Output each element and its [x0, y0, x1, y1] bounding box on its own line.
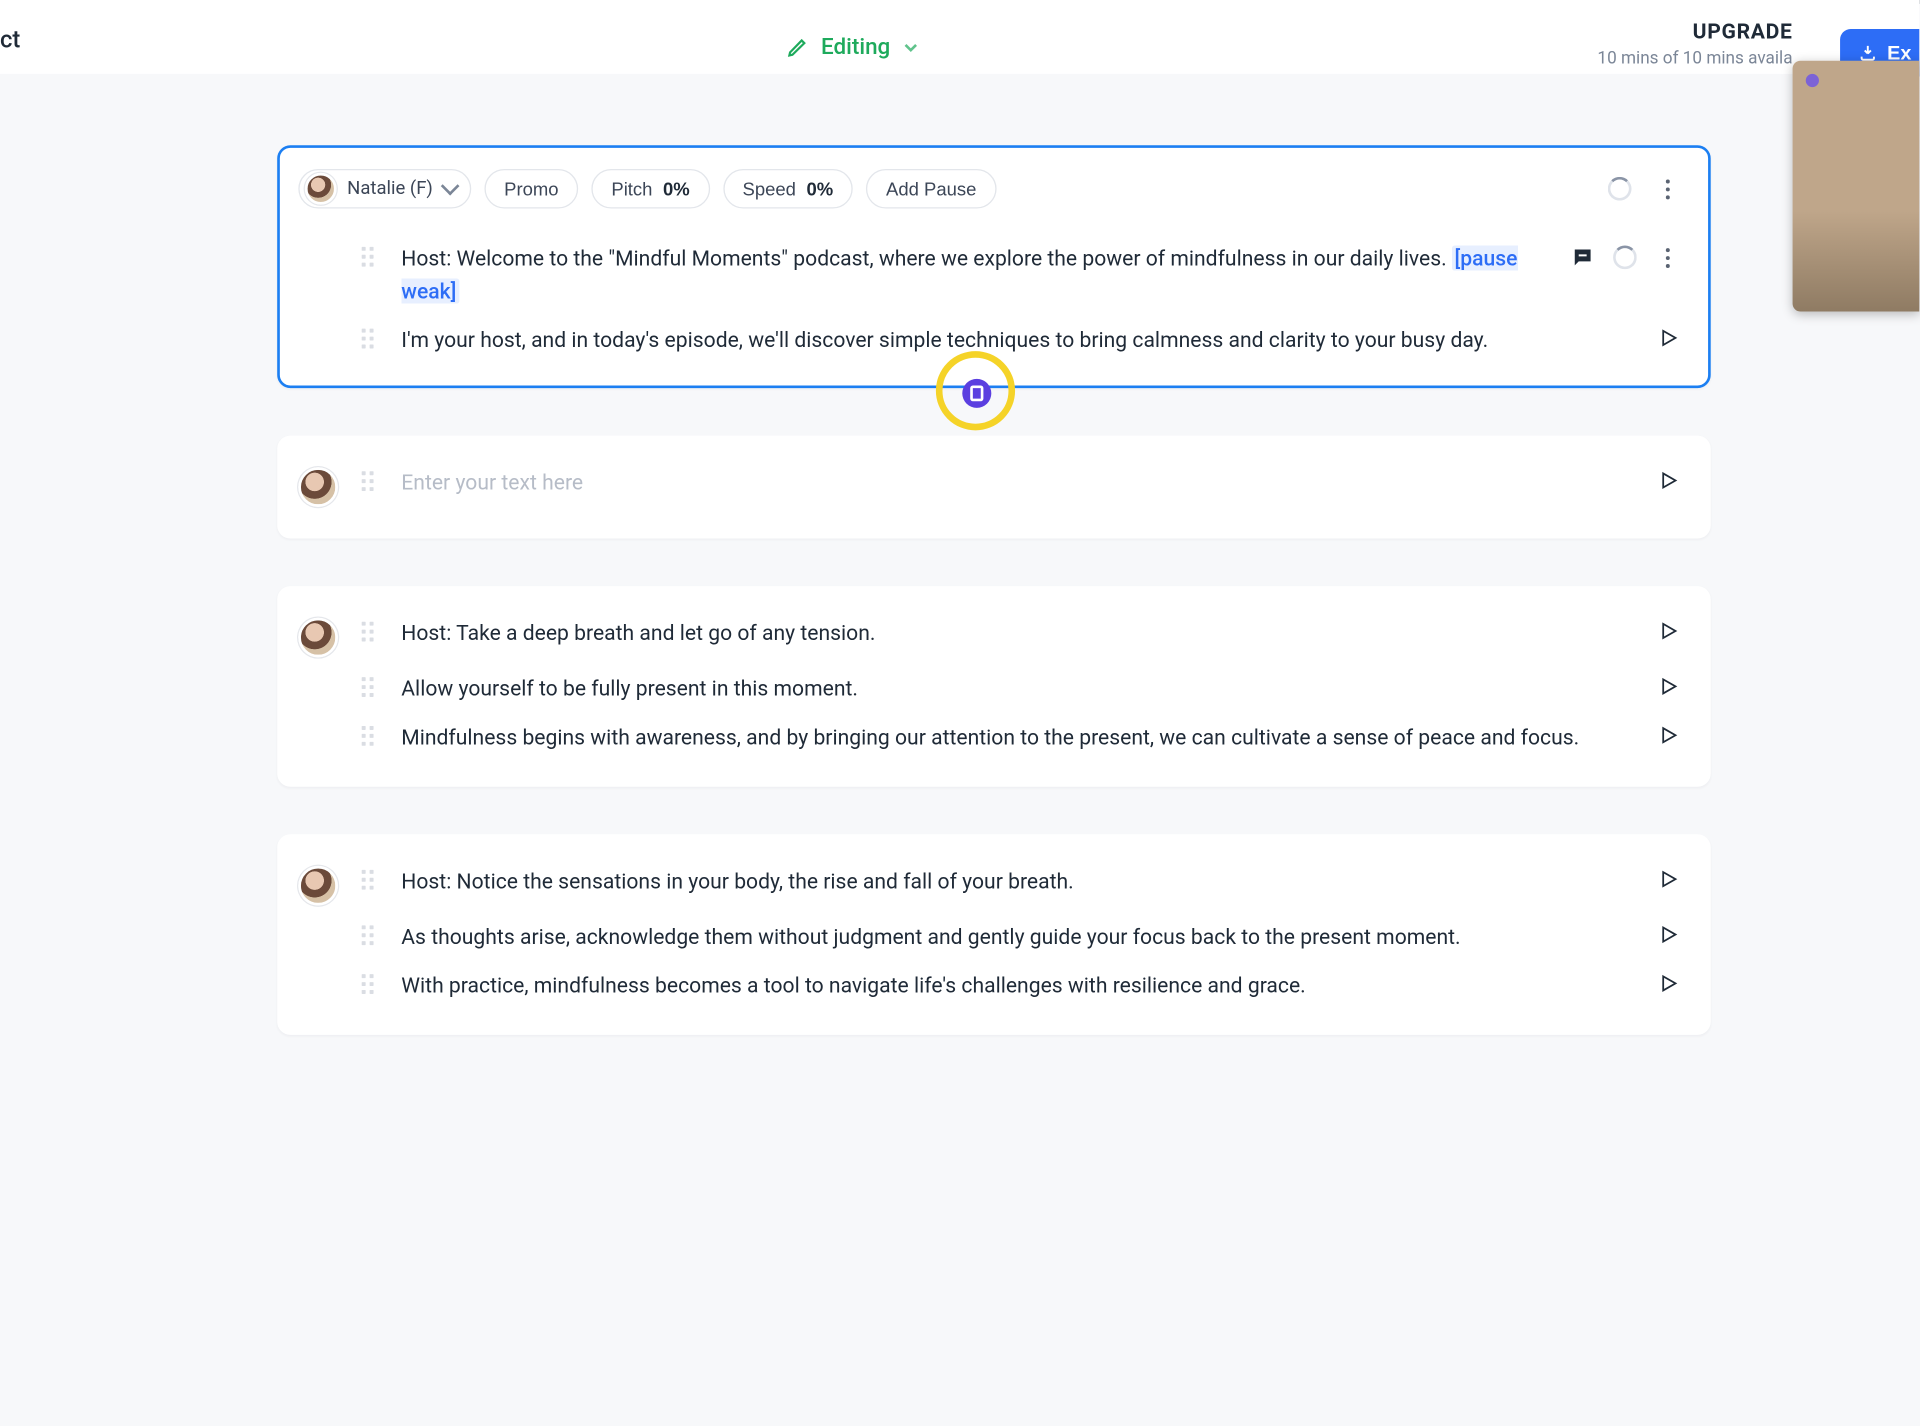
- drag-handle-icon[interactable]: [362, 247, 378, 267]
- script-line[interactable]: Host: Notice the sensations in your body…: [298, 858, 1679, 913]
- pitch-label: Pitch: [611, 178, 652, 199]
- line-text[interactable]: With practice, mindfulness becomes a too…: [401, 970, 1658, 1003]
- chevron-down-icon: [441, 177, 460, 196]
- voice-name: Natalie (F): [347, 178, 433, 199]
- play-icon[interactable]: [1658, 676, 1679, 697]
- script-block: Enter your text here: [277, 436, 1711, 539]
- line-placeholder[interactable]: Enter your text here: [401, 468, 1658, 501]
- mode-label: Editing: [821, 34, 890, 60]
- promo-button[interactable]: Promo: [484, 169, 578, 209]
- header: ct Editing UPGRADE 10 mins of 10 mins av…: [0, 0, 1919, 74]
- speed-label: Speed: [743, 178, 796, 199]
- drag-handle-icon[interactable]: [362, 328, 378, 348]
- avatar-icon: [298, 866, 338, 906]
- speed-value: 0%: [807, 178, 834, 199]
- play-icon[interactable]: [1658, 327, 1679, 348]
- play-icon[interactable]: [1658, 470, 1679, 491]
- voice-selector[interactable]: Natalie (F): [298, 169, 471, 209]
- pitch-value: 0%: [663, 178, 690, 199]
- comment-icon[interactable]: [1571, 246, 1595, 270]
- play-icon[interactable]: [1658, 973, 1679, 994]
- mode-selector[interactable]: Editing: [787, 34, 920, 60]
- script-block: Natalie (F) Promo Pitch 0% Speed 0% Add …: [277, 145, 1711, 388]
- script-line[interactable]: With practice, mindfulness becomes a too…: [298, 962, 1679, 1011]
- script-line[interactable]: Host: Welcome to the "Mindful Moments" p…: [298, 235, 1679, 316]
- header-right: UPGRADE 10 mins of 10 mins availa: [1597, 18, 1792, 68]
- line-text[interactable]: Mindfulness begins with awareness, and b…: [401, 722, 1658, 755]
- script-line[interactable]: As thoughts arise, acknowledge them with…: [298, 913, 1679, 962]
- line-text[interactable]: As thoughts arise, acknowledge them with…: [401, 921, 1658, 954]
- more-menu[interactable]: [1655, 177, 1679, 201]
- avatar-icon: [298, 618, 338, 658]
- title-fragment: ct: [0, 26, 20, 54]
- pitch-button[interactable]: Pitch 0%: [592, 169, 710, 209]
- script-line[interactable]: Allow yourself to be fully present in th…: [298, 666, 1679, 715]
- script-line[interactable]: I'm your host, and in today's episode, w…: [298, 316, 1679, 365]
- script-line[interactable]: Mindfulness begins with awareness, and b…: [298, 714, 1679, 763]
- add-pause-button[interactable]: Add Pause: [866, 169, 996, 209]
- line-text[interactable]: Host: Take a deep breath and let go of a…: [401, 618, 1658, 651]
- speed-button[interactable]: Speed 0%: [723, 169, 853, 209]
- script-line[interactable]: Host: Take a deep breath and let go of a…: [298, 610, 1679, 665]
- block-toolbar: Natalie (F) Promo Pitch 0% Speed 0% Add …: [298, 169, 1679, 209]
- drag-handle-icon[interactable]: [362, 974, 378, 994]
- play-icon[interactable]: [1658, 621, 1679, 642]
- drag-handle-icon[interactable]: [362, 870, 378, 890]
- drag-handle-icon[interactable]: [362, 925, 378, 945]
- download-icon: [1858, 44, 1876, 62]
- chevron-down-icon: [903, 40, 919, 56]
- line-text[interactable]: Host: Notice the sensations in your body…: [401, 866, 1658, 899]
- promo-label: Promo: [504, 178, 558, 199]
- script-line[interactable]: Enter your text here: [298, 460, 1679, 515]
- play-icon[interactable]: [1658, 869, 1679, 890]
- script-block: Host: Take a deep breath and let go of a…: [277, 587, 1711, 787]
- drag-handle-icon[interactable]: [362, 726, 378, 746]
- edit-icon: [787, 37, 808, 58]
- line-text[interactable]: I'm your host, and in today's episode, w…: [401, 324, 1658, 357]
- video-thumbnail[interactable]: [1793, 61, 1920, 312]
- quota-text: 10 mins of 10 mins availa: [1597, 49, 1792, 69]
- line-text[interactable]: Host: Welcome to the "Mindful Moments" p…: [401, 243, 1571, 308]
- line-text[interactable]: Allow yourself to be fully present in th…: [401, 674, 1658, 707]
- loading-spinner-icon: [1608, 177, 1632, 201]
- drag-handle-icon[interactable]: [362, 678, 378, 698]
- avatar-icon: [305, 173, 337, 205]
- drag-handle-icon[interactable]: [362, 622, 378, 642]
- upgrade-link[interactable]: UPGRADE: [1597, 18, 1792, 43]
- play-icon[interactable]: [1658, 924, 1679, 945]
- more-menu[interactable]: [1655, 246, 1679, 270]
- script-block: Host: Notice the sensations in your body…: [277, 834, 1711, 1034]
- drag-handle-icon[interactable]: [362, 472, 378, 492]
- avatar-icon: [298, 468, 338, 508]
- loading-spinner-icon: [1613, 246, 1637, 270]
- add-pause-label: Add Pause: [886, 178, 976, 199]
- play-icon[interactable]: [1658, 725, 1679, 746]
- thumbnail-indicator-icon: [1806, 74, 1819, 87]
- line-content: Host: Welcome to the "Mindful Moments" p…: [401, 246, 1452, 271]
